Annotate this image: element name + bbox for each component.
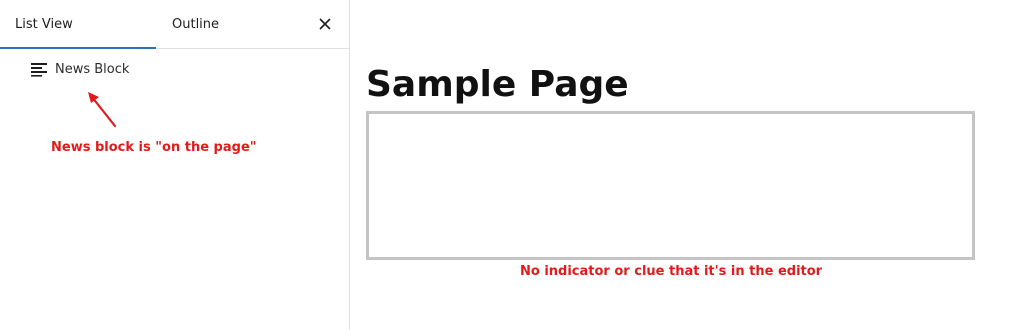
list-item-news-block[interactable]: News Block bbox=[30, 58, 129, 80]
annotation-arrow bbox=[88, 92, 117, 128]
close-button[interactable] bbox=[315, 14, 335, 34]
close-icon bbox=[319, 18, 331, 30]
annotation-note-editor: No indicator or clue that it's in the ed… bbox=[520, 264, 823, 279]
tab-list-view-label: List View bbox=[15, 17, 73, 32]
editor-canvas: Sample Page No indicator or clue that it… bbox=[350, 0, 1010, 330]
tab-list-view[interactable]: List View bbox=[0, 0, 156, 49]
sidebar-tabs: List View Outline bbox=[0, 0, 349, 49]
editor-window: List View Outline News Block News block … bbox=[0, 0, 1010, 330]
page-title[interactable]: Sample Page bbox=[366, 62, 629, 108]
annotation-note-sidebar: News block is "on the page" bbox=[51, 140, 257, 155]
list-view-sidebar: List View Outline News Block News block … bbox=[0, 0, 350, 330]
block-align-left-icon bbox=[30, 60, 48, 78]
tab-outline[interactable]: Outline bbox=[172, 0, 292, 48]
list-item-label: News Block bbox=[55, 61, 130, 77]
active-tab-indicator bbox=[0, 47, 156, 49]
news-block-placeholder[interactable] bbox=[366, 111, 975, 260]
tab-outline-label: Outline bbox=[172, 17, 220, 32]
